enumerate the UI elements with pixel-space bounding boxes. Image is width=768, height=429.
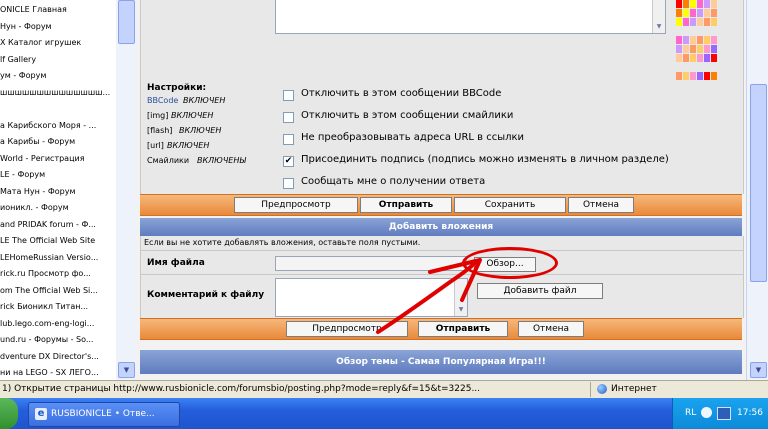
- taskbar: e RUSBIONICLE • Отве... RL 17:56: [0, 398, 768, 429]
- zone-label: Интернет: [611, 384, 657, 394]
- status-text: 1) Открытие страницы http://www.rusbioni…: [2, 384, 481, 394]
- start-button[interactable]: [0, 398, 18, 429]
- network-icon[interactable]: [701, 407, 712, 418]
- taskbar-window-button[interactable]: e RUSBIONICLE • Отве...: [28, 402, 180, 427]
- annotation-arrow-icon: [376, 258, 482, 334]
- status-bar: 1) Открытие страницы http://www.rusbioni…: [0, 380, 768, 399]
- security-zone: Интернет: [590, 382, 711, 397]
- globe-icon: [597, 384, 607, 394]
- clock: 17:56: [737, 408, 763, 418]
- ie-icon: e: [35, 408, 47, 420]
- system-tray: RL 17:56: [672, 398, 768, 429]
- volume-icon[interactable]: [717, 407, 731, 420]
- language-indicator[interactable]: RL: [685, 408, 696, 418]
- taskbar-window-title: RUSBIONICLE • Отве...: [51, 409, 155, 419]
